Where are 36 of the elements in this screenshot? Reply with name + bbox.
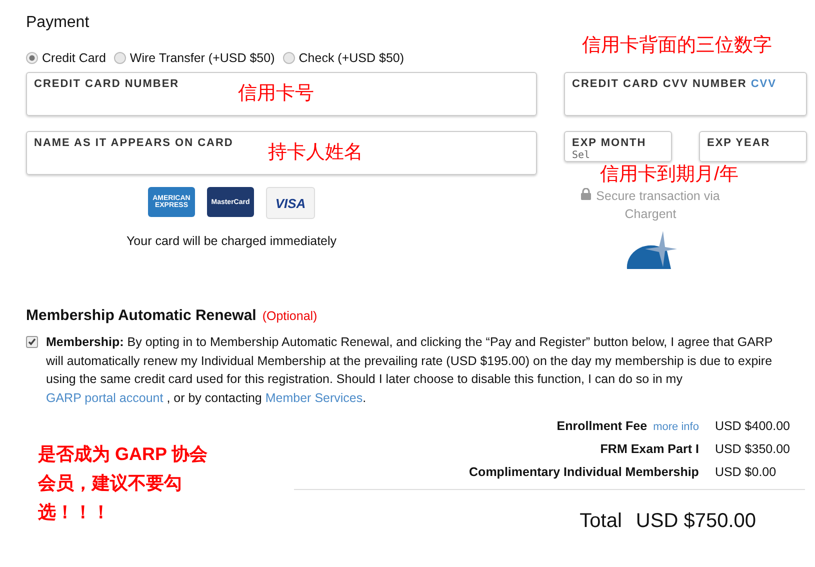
lock-icon — [581, 188, 592, 200]
total-amount: USD $750.00 — [636, 510, 756, 533]
member-services-link[interactable]: Member Services — [265, 390, 363, 404]
charge-note: Your card will be charged immediately — [125, 234, 338, 248]
optional-label: (Optional) — [262, 309, 318, 323]
fee-amount: USD $350.00 — [714, 442, 790, 456]
payment-method-radio[interactable]: Check (+USD $50) — [282, 51, 404, 65]
annotation-note: 选！！！ — [38, 501, 111, 524]
total-label: Total — [580, 510, 622, 533]
more-info-link[interactable]: more info — [653, 421, 699, 433]
section-title: Payment — [26, 13, 90, 33]
fee-amount: USD $0.00 — [714, 465, 778, 479]
fee-label: FRM Exam Part I — [600, 442, 699, 456]
field-label: CREDIT CARD CVV NUMBER CVV — [572, 78, 778, 90]
annotation-note: 是否成为 GARP 协会 — [38, 443, 208, 466]
renewal-checkbox[interactable] — [26, 336, 38, 348]
field-label: CREDIT CARD NUMBER — [34, 78, 180, 90]
renewal-terms: Membership: By opting in to Membership Automatic Renewal, and clicking the “Pay and Register” button below, I agree that GARP will automatically renew my Individual Membership at the prevailing rate (USD $195.00) on the day my membership is due to expire using the same credit card used for this registration. Should I later choose to disable this function, I can do so in my GARP portal account , or by contacting Member Services. — [46, 334, 774, 407]
field-label: EXP YEAR — [707, 137, 772, 149]
expiry-year-select[interactable]: EXP YEAR — [699, 131, 807, 162]
card-logo: VISA — [266, 187, 315, 219]
annotation-note: 信用卡到期月/年 — [600, 164, 738, 187]
fee-amount: USD $400.00 — [714, 419, 790, 433]
portal-link[interactable]: GARP portal account — [46, 390, 164, 404]
payment-method-radio[interactable]: Credit Card — [26, 51, 106, 65]
annotation-note: 会员，建议不要勾 — [38, 472, 183, 495]
fee-label: Enrollment Fee — [556, 419, 648, 433]
field-label: EXP MONTH — [572, 137, 648, 149]
section-title: Membership Automatic Renewal — [26, 307, 256, 324]
secure-note: Secure transaction via Chargent — [570, 187, 730, 223]
field-label: NAME AS IT APPEARS ON CARD — [34, 137, 234, 149]
fee-label: Complimentary Individual Membership — [469, 465, 699, 479]
input-field[interactable]: CREDIT CARD CVV NUMBER CVV — [564, 72, 807, 116]
payment-method-radio[interactable]: Wire Transfer (+USD $50) — [114, 51, 275, 65]
expiry-month-select[interactable]: EXP MONTH Sel — [564, 131, 672, 162]
placeholder: Sel — [572, 150, 592, 161]
